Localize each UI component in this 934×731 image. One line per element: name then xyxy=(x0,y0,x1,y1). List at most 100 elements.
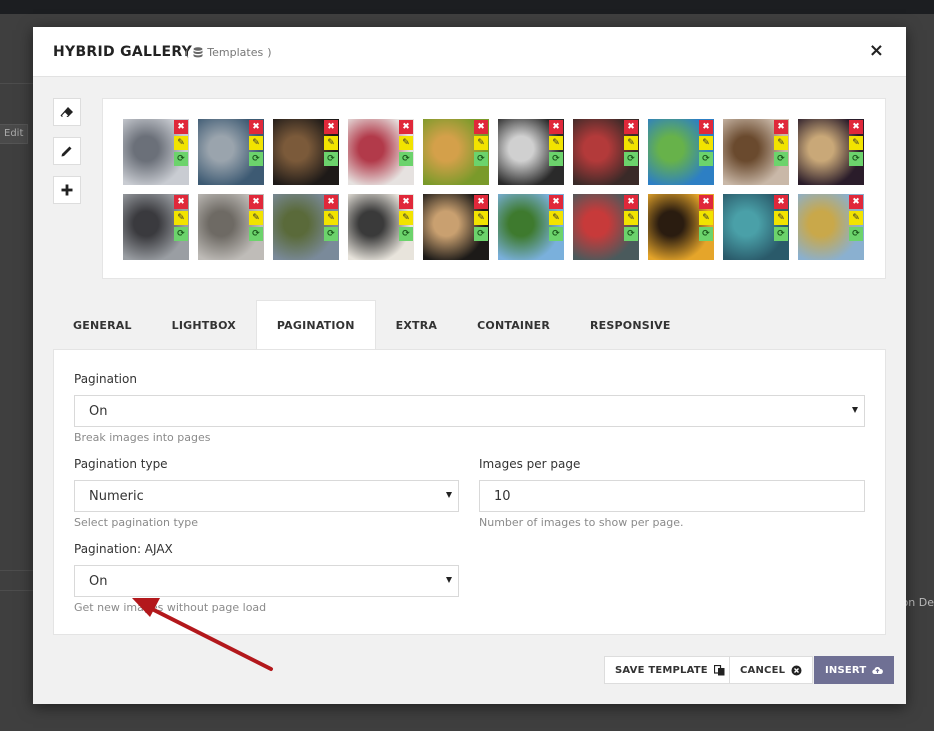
gallery-thumbnail[interactable]: ✖ ✎ ⟳ xyxy=(573,119,639,185)
pencil-icon[interactable]: ✎ xyxy=(699,211,713,225)
rotate-icon[interactable]: ⟳ xyxy=(699,152,713,166)
pencil-icon[interactable]: ✎ xyxy=(624,211,638,225)
tab-extra[interactable]: EXTRA xyxy=(376,300,457,350)
rotate-icon[interactable]: ⟳ xyxy=(249,152,263,166)
pencil-icon[interactable]: ✎ xyxy=(324,136,338,150)
insert-button[interactable]: INSERT xyxy=(814,656,895,684)
delete-icon[interactable]: ✖ xyxy=(174,120,188,134)
modal-subtitle[interactable]: ( Templates ) xyxy=(185,46,272,59)
rotate-icon[interactable]: ⟳ xyxy=(624,227,638,241)
pencil-icon[interactable]: ✎ xyxy=(774,211,788,225)
rotate-icon[interactable]: ⟳ xyxy=(324,152,338,166)
pencil-icon[interactable]: ✎ xyxy=(849,211,863,225)
delete-icon[interactable]: ✖ xyxy=(849,195,863,209)
pencil-icon[interactable]: ✎ xyxy=(399,136,413,150)
rotate-icon[interactable]: ⟳ xyxy=(699,227,713,241)
gallery-thumbnail[interactable]: ✖ ✎ ⟳ xyxy=(498,194,564,260)
delete-icon[interactable]: ✖ xyxy=(474,120,488,134)
gallery-thumbnail[interactable]: ✖ ✎ ⟳ xyxy=(648,119,714,185)
rotate-icon[interactable]: ⟳ xyxy=(249,227,263,241)
rotate-icon[interactable]: ⟳ xyxy=(399,227,413,241)
pencil-icon[interactable]: ✎ xyxy=(849,136,863,150)
modal-title: HYBRID GALLERY xyxy=(53,44,193,60)
pencil-icon[interactable]: ✎ xyxy=(474,211,488,225)
pencil-icon[interactable]: ✎ xyxy=(549,211,563,225)
delete-icon[interactable]: ✖ xyxy=(324,120,338,134)
tab-lightbox[interactable]: LIGHTBOX xyxy=(152,300,256,350)
add-image-button[interactable] xyxy=(53,176,81,204)
delete-icon[interactable]: ✖ xyxy=(849,120,863,134)
gallery-thumbnail[interactable]: ✖ ✎ ⟳ xyxy=(423,119,489,185)
gallery-thumbnail[interactable]: ✖ ✎ ⟳ xyxy=(123,194,189,260)
gallery-thumbnail[interactable]: ✖ ✎ ⟳ xyxy=(198,119,264,185)
pagination-ajax-select[interactable]: On xyxy=(74,565,459,597)
gallery-thumbnail[interactable]: ✖ ✎ ⟳ xyxy=(723,119,789,185)
gallery-thumbnail[interactable]: ✖ ✎ ⟳ xyxy=(123,119,189,185)
rotate-icon[interactable]: ⟳ xyxy=(624,152,638,166)
pagination-type-select[interactable]: Numeric xyxy=(74,480,459,512)
rotate-icon[interactable]: ⟳ xyxy=(174,152,188,166)
pencil-icon[interactable]: ✎ xyxy=(549,136,563,150)
delete-icon[interactable]: ✖ xyxy=(549,120,563,134)
background-text-fragment: on De xyxy=(901,596,934,609)
gallery-thumbnail[interactable]: ✖ ✎ ⟳ xyxy=(348,119,414,185)
delete-icon[interactable]: ✖ xyxy=(549,195,563,209)
delete-icon[interactable]: ✖ xyxy=(624,195,638,209)
gallery-thumbnail[interactable]: ✖ ✎ ⟳ xyxy=(498,119,564,185)
tab-pagination[interactable]: PAGINATION xyxy=(255,300,376,350)
delete-icon[interactable]: ✖ xyxy=(774,195,788,209)
delete-icon[interactable]: ✖ xyxy=(774,120,788,134)
pencil-icon[interactable]: ✎ xyxy=(249,136,263,150)
rotate-icon[interactable]: ⟳ xyxy=(849,152,863,166)
pencil-icon[interactable]: ✎ xyxy=(774,136,788,150)
tab-responsive[interactable]: RESPONSIVE xyxy=(570,300,691,350)
save-template-button[interactable]: SAVE TEMPLATE xyxy=(604,656,736,684)
rotate-icon[interactable]: ⟳ xyxy=(474,227,488,241)
gallery-thumbnail[interactable]: ✖ ✎ ⟳ xyxy=(648,194,714,260)
gallery-thumbnail[interactable]: ✖ ✎ ⟳ xyxy=(423,194,489,260)
gallery-thumbnail[interactable]: ✖ ✎ ⟳ xyxy=(198,194,264,260)
gallery-thumbnail[interactable]: ✖ ✎ ⟳ xyxy=(798,194,864,260)
delete-icon[interactable]: ✖ xyxy=(174,195,188,209)
rotate-icon[interactable]: ⟳ xyxy=(549,152,563,166)
delete-icon[interactable]: ✖ xyxy=(624,120,638,134)
rotate-icon[interactable]: ⟳ xyxy=(474,152,488,166)
gallery-thumbnail[interactable]: ✖ ✎ ⟳ xyxy=(273,119,339,185)
rotate-icon[interactable]: ⟳ xyxy=(849,227,863,241)
close-icon[interactable]: × xyxy=(869,42,884,60)
gallery-thumbnail[interactable]: ✖ ✎ ⟳ xyxy=(573,194,639,260)
pencil-icon[interactable]: ✎ xyxy=(324,211,338,225)
edit-tool-button[interactable] xyxy=(53,137,81,165)
delete-icon[interactable]: ✖ xyxy=(249,120,263,134)
delete-icon[interactable]: ✖ xyxy=(699,120,713,134)
gallery-thumbnail[interactable]: ✖ ✎ ⟳ xyxy=(723,194,789,260)
pencil-icon[interactable]: ✎ xyxy=(699,136,713,150)
pencil-icon[interactable]: ✎ xyxy=(474,136,488,150)
delete-icon[interactable]: ✖ xyxy=(474,195,488,209)
delete-icon[interactable]: ✖ xyxy=(249,195,263,209)
pencil-icon[interactable]: ✎ xyxy=(399,211,413,225)
rotate-icon[interactable]: ⟳ xyxy=(774,152,788,166)
pencil-icon[interactable]: ✎ xyxy=(174,211,188,225)
cancel-button[interactable]: CANCEL xyxy=(729,656,814,684)
rotate-icon[interactable]: ⟳ xyxy=(324,227,338,241)
rotate-icon[interactable]: ⟳ xyxy=(174,227,188,241)
tab-general[interactable]: GENERAL xyxy=(53,300,152,350)
rotate-icon[interactable]: ⟳ xyxy=(399,152,413,166)
pencil-icon[interactable]: ✎ xyxy=(624,136,638,150)
tab-container[interactable]: CONTAINER xyxy=(457,300,570,350)
pencil-icon[interactable]: ✎ xyxy=(174,136,188,150)
delete-icon[interactable]: ✖ xyxy=(399,120,413,134)
rotate-icon[interactable]: ⟳ xyxy=(549,227,563,241)
delete-icon[interactable]: ✖ xyxy=(399,195,413,209)
delete-icon[interactable]: ✖ xyxy=(324,195,338,209)
pagination-select[interactable]: On xyxy=(74,395,865,427)
pencil-icon[interactable]: ✎ xyxy=(249,211,263,225)
delete-icon[interactable]: ✖ xyxy=(699,195,713,209)
images-per-page-input[interactable]: 10 xyxy=(479,480,865,512)
eraser-tool-button[interactable] xyxy=(53,98,81,126)
gallery-thumbnail[interactable]: ✖ ✎ ⟳ xyxy=(348,194,414,260)
gallery-thumbnail[interactable]: ✖ ✎ ⟳ xyxy=(273,194,339,260)
gallery-thumbnail[interactable]: ✖ ✎ ⟳ xyxy=(798,119,864,185)
rotate-icon[interactable]: ⟳ xyxy=(774,227,788,241)
